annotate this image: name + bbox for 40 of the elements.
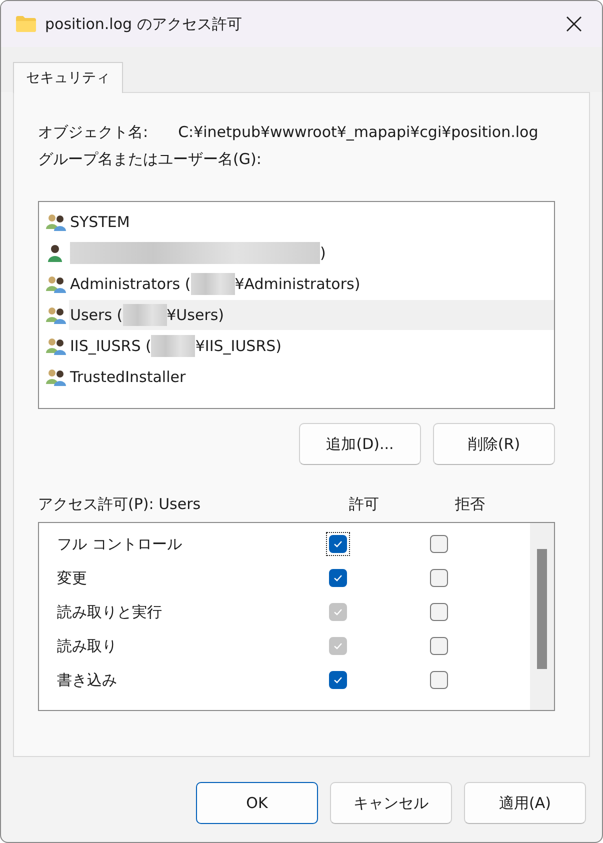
window-title: position.log のアクセス許可 [45, 14, 243, 34]
deny-checkbox[interactable] [430, 671, 448, 689]
scrollbar[interactable] [530, 523, 554, 710]
dialog-button[interactable]: キャンセル [330, 782, 452, 824]
groups-label: グループ名またはユーザー名(G): [38, 150, 262, 169]
allow-checkbox[interactable] [329, 569, 347, 587]
user-group-icon [45, 306, 67, 324]
deny-checkbox[interactable] [430, 535, 448, 553]
allow-column-header: 許可 [348, 495, 380, 514]
folder-icon [15, 15, 37, 33]
deny-checkbox[interactable] [430, 569, 448, 587]
group-action-button[interactable]: 追加(D)... [299, 423, 421, 465]
group-list-item[interactable]: IIS_IUSRS ( ¥IIS_IUSRS) [69, 330, 554, 360]
permissions-label: アクセス許可(P): Users [38, 495, 202, 514]
permission-name: 読み取り [57, 636, 118, 656]
deny-checkbox[interactable] [430, 603, 448, 621]
close-icon[interactable] [566, 16, 582, 32]
user-group-icon [45, 336, 67, 354]
group-list-item[interactable]: Administrators ( ¥Administrators) [69, 268, 554, 298]
user-group-icon [45, 274, 67, 292]
dialog-button[interactable]: OK [196, 782, 318, 824]
permission-name: フル コントロール [57, 534, 183, 554]
object-name-label: オブジェクト名: [38, 123, 148, 142]
tab[interactable]: セキュリティ [13, 62, 123, 93]
user-group-icon [45, 368, 67, 386]
group-action-button[interactable]: 削除(R) [433, 423, 555, 465]
user-group-icon [45, 212, 67, 230]
dialog-button[interactable]: 適用(A) [464, 782, 586, 824]
permission-name: 書き込み [57, 670, 118, 690]
object-path: C:¥inetpub¥wwwroot¥_mapapi¥cgi¥position.log [178, 123, 538, 142]
group-list-item[interactable]: ) [69, 238, 554, 268]
group-list-item[interactable]: Users ( ¥Users) [69, 300, 554, 330]
permission-name: 読み取りと実行 [57, 602, 163, 622]
deny-column-header: 拒否 [454, 495, 486, 514]
deny-checkbox[interactable] [430, 637, 448, 655]
permission-name: 変更 [57, 568, 88, 588]
allow-checkbox[interactable] [329, 671, 347, 689]
scrollbar-thumb[interactable] [537, 549, 547, 669]
group-list-item[interactable]: TrustedInstaller [69, 362, 554, 392]
group-list-item[interactable]: SYSTEM [69, 206, 554, 236]
